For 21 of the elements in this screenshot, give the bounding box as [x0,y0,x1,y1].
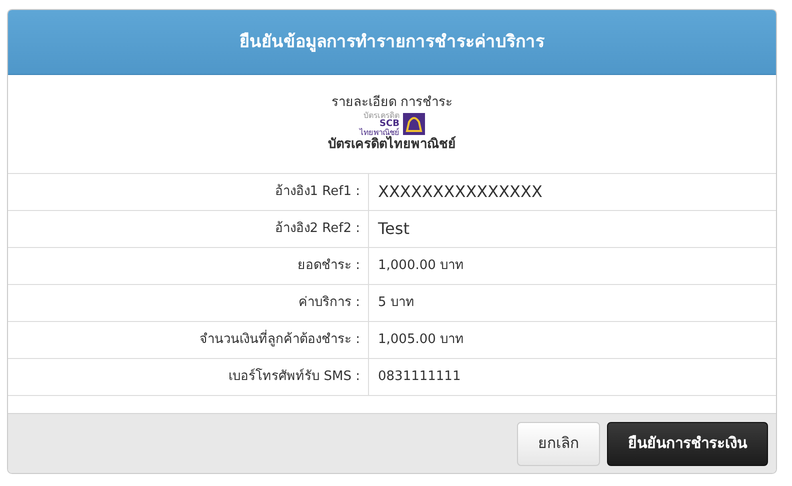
confirm-button[interactable]: ยืนยันการชำระเงิน [607,422,768,466]
field-label: เบอร์โทรศัพท์รับ SMS : [8,359,369,395]
field-value: XXXXXXXXXXXXXXX [377,181,542,203]
field-value: 1,000.00 บาท [377,257,464,276]
field-label: จำนวนเงินที่ลูกค้าต้องชำระ : [8,322,369,358]
field-label: อ้างอิง2 Ref2 : [8,211,369,247]
dialog-title: ยืนยันข้อมูลการทำรายการชำระค่าบริการ [240,32,544,52]
bank-logo-icon [402,113,424,135]
logo-caption: บัตรเครดิต [364,112,400,120]
field-value: Test [377,218,410,240]
field-label: ยอดชำระ : [8,248,369,284]
logo-brand: SCB [380,120,400,128]
field-label: อ้างอิง1 Ref1 : [8,174,369,210]
details-heading: รายละเอียด การชำระ [331,95,453,112]
card-name: บัตรเครดิตไทยพาณิชย์ [328,136,456,153]
cancel-button[interactable]: ยกเลิก [517,422,600,466]
field-value: 0831111111 [377,368,461,386]
logo-bank-name: ไทยพาณิชย์ [360,128,400,136]
field-value: 5 บาท [377,294,414,312]
field-value: 1,005.00 บาท [377,331,464,350]
field-label: ค่าบริการ : [8,285,369,321]
